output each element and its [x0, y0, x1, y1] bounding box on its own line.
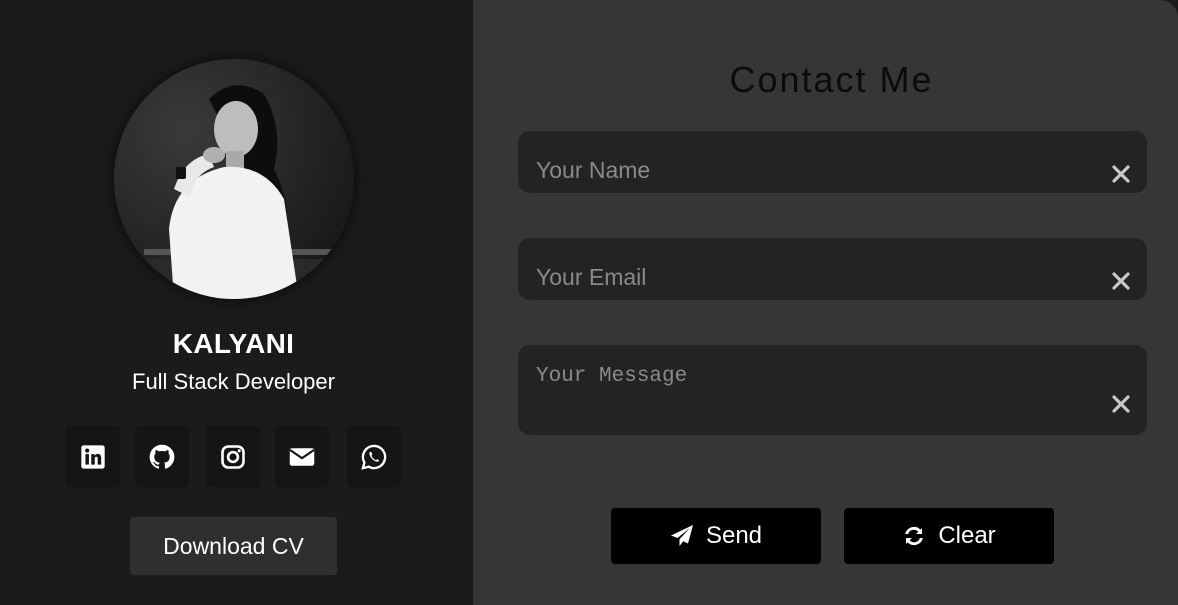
- message-field: [518, 345, 1147, 435]
- send-label: Send: [705, 522, 763, 549]
- clear-name-icon[interactable]: [1111, 164, 1131, 184]
- clear-button[interactable]: Clear: [844, 508, 1054, 564]
- clear-email-icon[interactable]: [1111, 271, 1131, 291]
- instagram-icon: [221, 444, 245, 469]
- name-field: [518, 131, 1147, 193]
- download-cv-button[interactable]: Download CV: [130, 517, 337, 575]
- clear-message-icon[interactable]: [1111, 394, 1131, 414]
- refresh-icon: [905, 526, 924, 546]
- name-input[interactable]: [518, 131, 1147, 193]
- profile-panel: KALYANI Full Stack Developer Download CV: [0, 0, 721, 605]
- linkedin-icon: [81, 444, 105, 469]
- github-button[interactable]: [135, 426, 189, 487]
- clear-label: Clear: [938, 522, 996, 549]
- paper-plane-icon: [670, 525, 693, 546]
- github-icon: [149, 444, 175, 469]
- email-field: [518, 238, 1147, 300]
- whatsapp-button[interactable]: [347, 426, 401, 487]
- whatsapp-icon: [361, 444, 387, 470]
- avatar: [114, 59, 354, 299]
- instagram-button[interactable]: [206, 426, 260, 487]
- contact-card: KALYANI Full Stack Developer Download CV…: [0, 0, 1178, 605]
- envelope-icon: [289, 447, 315, 466]
- send-button[interactable]: Send: [611, 508, 821, 564]
- contact-title: Contact Me: [729, 59, 934, 100]
- profile-role: Full Stack Developer: [132, 369, 335, 394]
- linkedin-button[interactable]: [66, 426, 120, 487]
- email-button[interactable]: [275, 426, 329, 487]
- message-textarea[interactable]: [518, 345, 1147, 435]
- contact-panel: Contact Me Send: [473, 0, 1178, 605]
- email-input[interactable]: [518, 238, 1147, 300]
- profile-name: KALYANI: [172, 328, 295, 359]
